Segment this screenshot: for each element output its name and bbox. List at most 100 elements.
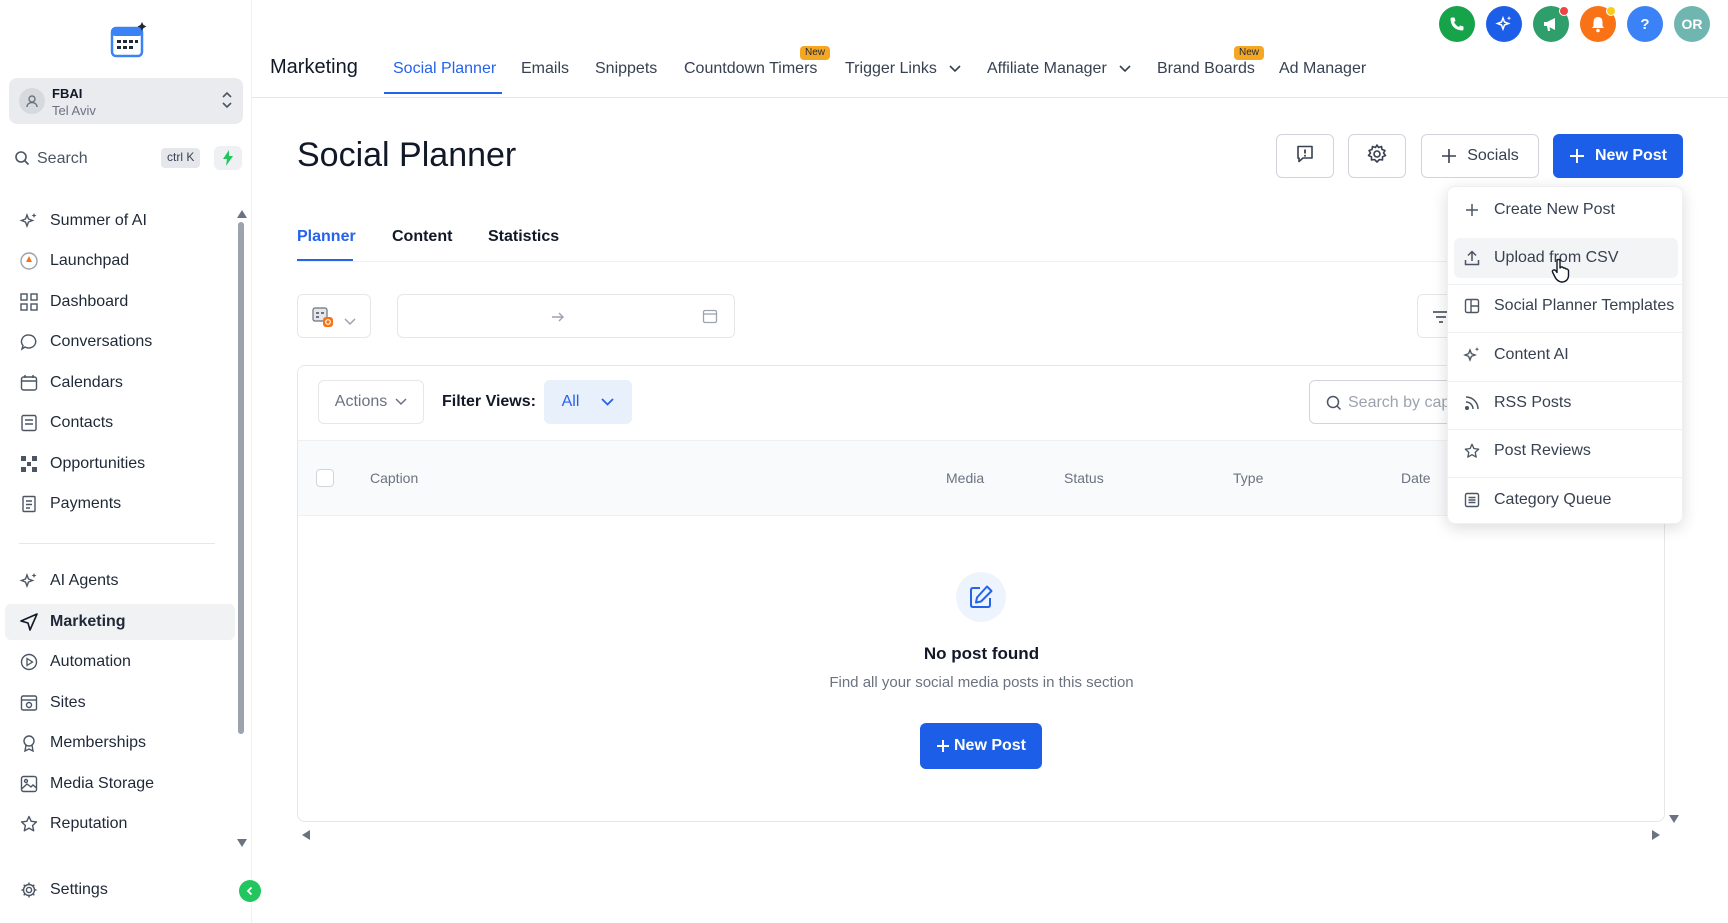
search-icon [14, 150, 30, 171]
sidebar-item-marketing[interactable]: Marketing [5, 604, 235, 640]
dashboard-icon [19, 292, 39, 312]
tab-countdown-timers[interactable]: Countdown Timers [684, 60, 817, 78]
new-post-label: New Post [1594, 147, 1667, 164]
active-tab-indicator [384, 92, 502, 94]
sidebar-item-media-storage[interactable]: Media Storage [5, 766, 235, 802]
sidebar-item-conversations[interactable]: Conversations [5, 324, 235, 360]
menu-divider [1448, 381, 1684, 382]
sidebar-item-label: Conversations [50, 333, 153, 350]
add-socials-button[interactable]: Socials [1421, 134, 1539, 178]
tab-brand-boards[interactable]: Brand Boards [1157, 60, 1255, 78]
menu-item-post-reviews[interactable]: Post Reviews [1454, 431, 1678, 471]
tab-emails[interactable]: Emails [521, 60, 569, 78]
menu-item-label: Social Planner Templates [1494, 297, 1675, 314]
sparkle-icon [19, 211, 39, 231]
sidebar-item-ai-agents[interactable]: AI Agents [5, 563, 235, 599]
account-switcher[interactable]: FBAI Tel Aviv [9, 78, 243, 124]
menu-divider [1448, 477, 1684, 478]
sparkle-icon [19, 571, 39, 591]
sidebar-item-label: Memberships [50, 734, 147, 751]
opportunities-icon [19, 454, 39, 474]
empty-new-post-button[interactable]: New Post [920, 723, 1042, 769]
column-media[interactable]: Media [946, 470, 984, 486]
new-post-button[interactable]: New Post [1553, 134, 1683, 178]
sidebar-item-opportunities[interactable]: Opportunities [5, 446, 235, 482]
scroll-down-arrow-icon[interactable] [237, 834, 247, 852]
column-caption[interactable]: Caption [370, 470, 418, 486]
actions-dropdown[interactable]: Actions [318, 380, 424, 424]
sidebar-search[interactable]: Search ctrl K [9, 142, 243, 174]
notification-dot [1559, 6, 1569, 16]
feedback-button[interactable] [1276, 134, 1334, 178]
column-status[interactable]: Status [1064, 470, 1104, 486]
contacts-icon [19, 413, 39, 433]
rss-icon [1462, 393, 1482, 413]
new-badge: New [800, 46, 831, 60]
avatar[interactable]: OR [1674, 6, 1710, 42]
column-date[interactable]: Date [1401, 470, 1431, 486]
tab-ad-manager[interactable]: Ad Manager [1279, 60, 1366, 78]
menu-item-label: Category Queue [1494, 491, 1612, 508]
tab-social-planner[interactable]: Social Planner [393, 60, 496, 78]
plus-icon [936, 739, 950, 753]
search-by-caption-input[interactable]: Search by cap [1309, 380, 1459, 424]
scroll-right-arrow-icon[interactable] [1652, 827, 1660, 845]
tab-trigger-links[interactable]: Trigger Links [845, 60, 961, 78]
active-subtab-indicator [297, 259, 353, 261]
new-post-menu: Create New Post Upload from CSV Social P… [1447, 186, 1684, 524]
socials-label: Socials [1467, 147, 1519, 164]
menu-item-social-planner-templates[interactable]: Social Planner Templates [1454, 286, 1678, 326]
date-range-picker[interactable] [397, 294, 735, 338]
chevron-down-icon [601, 398, 615, 406]
menu-item-rss-posts[interactable]: RSS Posts [1454, 383, 1678, 423]
scroll-up-arrow-icon[interactable] [237, 205, 247, 223]
sidebar-item-contacts[interactable]: Contacts [5, 405, 235, 441]
search-icon [1326, 395, 1342, 416]
sidebar-item-reputation[interactable]: Reputation [5, 806, 235, 842]
menu-item-category-queue[interactable]: Category Queue [1454, 480, 1678, 520]
phone-icon[interactable] [1439, 6, 1475, 42]
sidebar-item-label: Sites [50, 694, 86, 711]
tab-statistics[interactable]: Statistics [488, 228, 559, 246]
sidebar-item-dashboard[interactable]: Dashboard [5, 284, 235, 320]
filter-views-select[interactable]: All [544, 380, 632, 424]
collapse-sidebar-button[interactable] [239, 880, 261, 902]
menu-item-label: Post Reviews [1494, 442, 1591, 459]
menu-item-content-ai[interactable]: Content AI [1454, 335, 1678, 375]
app-logo-calendar-icon[interactable] [106, 18, 150, 62]
sidebar-item-calendars[interactable]: Calendars [5, 365, 235, 401]
ai-sparkle-icon[interactable] [1486, 6, 1522, 42]
sidebar-item-payments[interactable]: Payments [5, 486, 235, 522]
send-icon [19, 612, 39, 632]
sidebar-item-label: Opportunities [50, 455, 146, 472]
plus-icon [1569, 148, 1585, 164]
plus-icon [1441, 148, 1457, 164]
sidebar-item-settings[interactable]: Settings [5, 872, 235, 908]
tab-snippets[interactable]: Snippets [595, 60, 657, 78]
new-badge: New [1234, 46, 1265, 60]
menu-item-create-new-post[interactable]: Create New Post [1454, 190, 1678, 230]
tab-content[interactable]: Content [392, 228, 452, 246]
sidebar: FBAI Tel Aviv Search ctrl K Summer of AI… [0, 0, 261, 923]
sidebar-item-launchpad[interactable]: Launchpad [5, 243, 235, 279]
payments-icon [19, 494, 39, 514]
bolt-icon[interactable] [214, 146, 242, 170]
tab-planner[interactable]: Planner [297, 228, 356, 246]
sidebar-item-memberships[interactable]: Memberships [5, 725, 235, 761]
column-type[interactable]: Type [1233, 470, 1263, 486]
menu-divider [1448, 429, 1684, 430]
chevron-updown-icon [221, 89, 233, 116]
empty-state-title: No post found [923, 644, 1040, 663]
settings-button[interactable] [1348, 134, 1406, 178]
tab-affiliate-manager[interactable]: Affiliate Manager [987, 60, 1131, 78]
select-all-checkbox[interactable] [316, 469, 334, 487]
social-account-filter[interactable] [297, 294, 371, 338]
gear-icon [19, 880, 39, 900]
scroll-down-arrow-icon[interactable] [1669, 810, 1679, 828]
account-location: Tel Aviv [52, 103, 96, 118]
help-icon[interactable]: ? [1627, 6, 1663, 42]
sidebar-item-label: Launchpad [50, 252, 130, 269]
scroll-left-arrow-icon[interactable] [302, 827, 310, 845]
sidebar-item-summer-of-ai[interactable]: Summer of AI [5, 203, 235, 239]
section-title: Marketing [270, 56, 358, 78]
